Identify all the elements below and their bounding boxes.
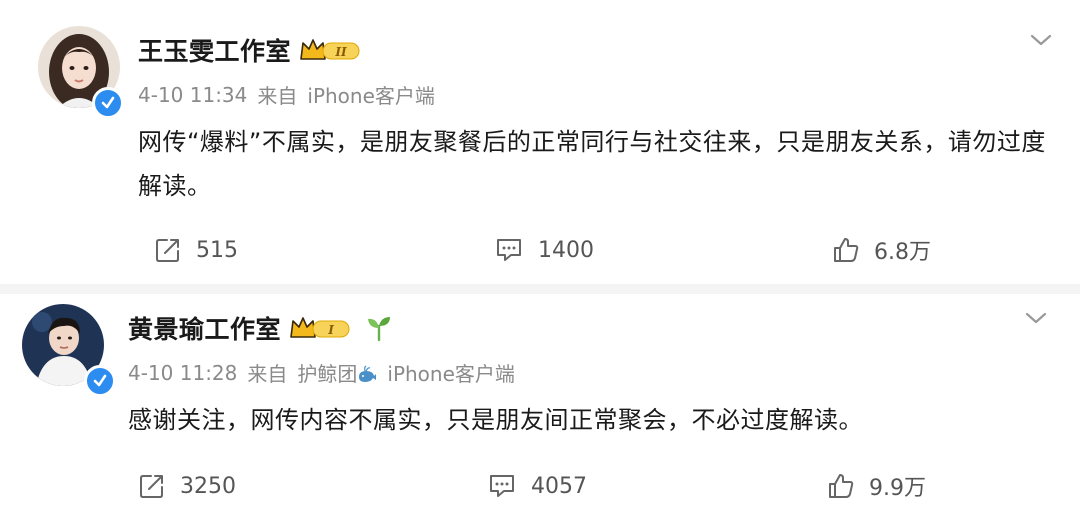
author-name[interactable]: 黄景瑜工作室	[128, 310, 281, 346]
badge-level: II	[334, 45, 347, 59]
comment-button[interactable]: 1400	[494, 230, 594, 270]
post-content[interactable]: 感谢关注，网传内容不属实，只是朋友间正常聚会，不必过度解读。	[128, 398, 1048, 442]
repost-icon	[140, 475, 163, 498]
source-prefix: 来自	[247, 362, 288, 386]
like-count: 6.8万	[874, 240, 931, 265]
verified-badge-icon	[92, 87, 124, 119]
author-row: 王玉雯工作室 II	[138, 32, 361, 68]
weibo-feed: 王玉雯工作室 II 4-10 11:34 来自 iPhone客户端 网传“爆料”…	[0, 0, 1080, 516]
client-name: iPhone客户端	[387, 362, 515, 386]
post-meta: 4-10 11:28 来自 护鲸团 iPhone客户端	[128, 358, 515, 387]
repost-button[interactable]: 515	[154, 230, 238, 270]
post-content[interactable]: 网传“爆料”不属实，是朋友聚餐后的正常同行与社交往来，只是朋友关系，请勿过度解读…	[138, 120, 1058, 208]
repost-icon	[156, 239, 179, 262]
post-card[interactable]: 王玉雯工作室 II 4-10 11:34 来自 iPhone客户端 网传“爆料”…	[0, 0, 1080, 290]
repost-button[interactable]: 3250	[138, 466, 236, 506]
like-count: 9.9万	[869, 476, 926, 501]
vip-crown-icon[interactable]: II	[299, 37, 361, 63]
vip-crown-icon[interactable]: I	[289, 315, 351, 341]
source-prefix: 来自	[257, 84, 298, 108]
like-button[interactable]: 9.9万	[827, 466, 926, 506]
client-prefix[interactable]: 护鲸团	[297, 358, 357, 387]
repost-count: 515	[196, 237, 238, 263]
author-name[interactable]: 王玉雯工作室	[138, 32, 291, 68]
chevron-down-icon[interactable]	[1029, 32, 1053, 48]
client-name: iPhone客户端	[307, 84, 435, 108]
comment-icon	[497, 239, 521, 261]
thumbs-up-icon	[829, 474, 854, 498]
post-time[interactable]: 4-10 11:34	[138, 83, 247, 107]
comment-count: 4057	[531, 473, 587, 499]
sprout-icon[interactable]	[365, 314, 393, 342]
comment-count: 1400	[538, 237, 594, 263]
action-bar: 515 1400 6.8万	[0, 230, 1080, 270]
comment-icon	[490, 475, 514, 497]
post-meta: 4-10 11:34 来自 iPhone客户端	[138, 80, 435, 109]
thumbs-up-icon	[834, 238, 859, 262]
post-card[interactable]: 黄景瑜工作室 I 4-10 11:28 来自 护鲸团 iPhone客户端 感谢关…	[0, 290, 1080, 516]
whale-icon	[357, 364, 377, 382]
chevron-down-icon[interactable]	[1024, 310, 1048, 326]
like-button[interactable]: 6.8万	[832, 230, 931, 270]
post-time[interactable]: 4-10 11:28	[128, 361, 237, 385]
badge-level: I	[327, 323, 334, 337]
repost-count: 3250	[180, 473, 236, 499]
comment-button[interactable]: 4057	[487, 466, 587, 506]
verified-badge-icon	[84, 365, 116, 397]
author-row: 黄景瑜工作室 I	[128, 310, 393, 346]
action-bar: 3250 4057 9.9万	[0, 466, 1080, 506]
